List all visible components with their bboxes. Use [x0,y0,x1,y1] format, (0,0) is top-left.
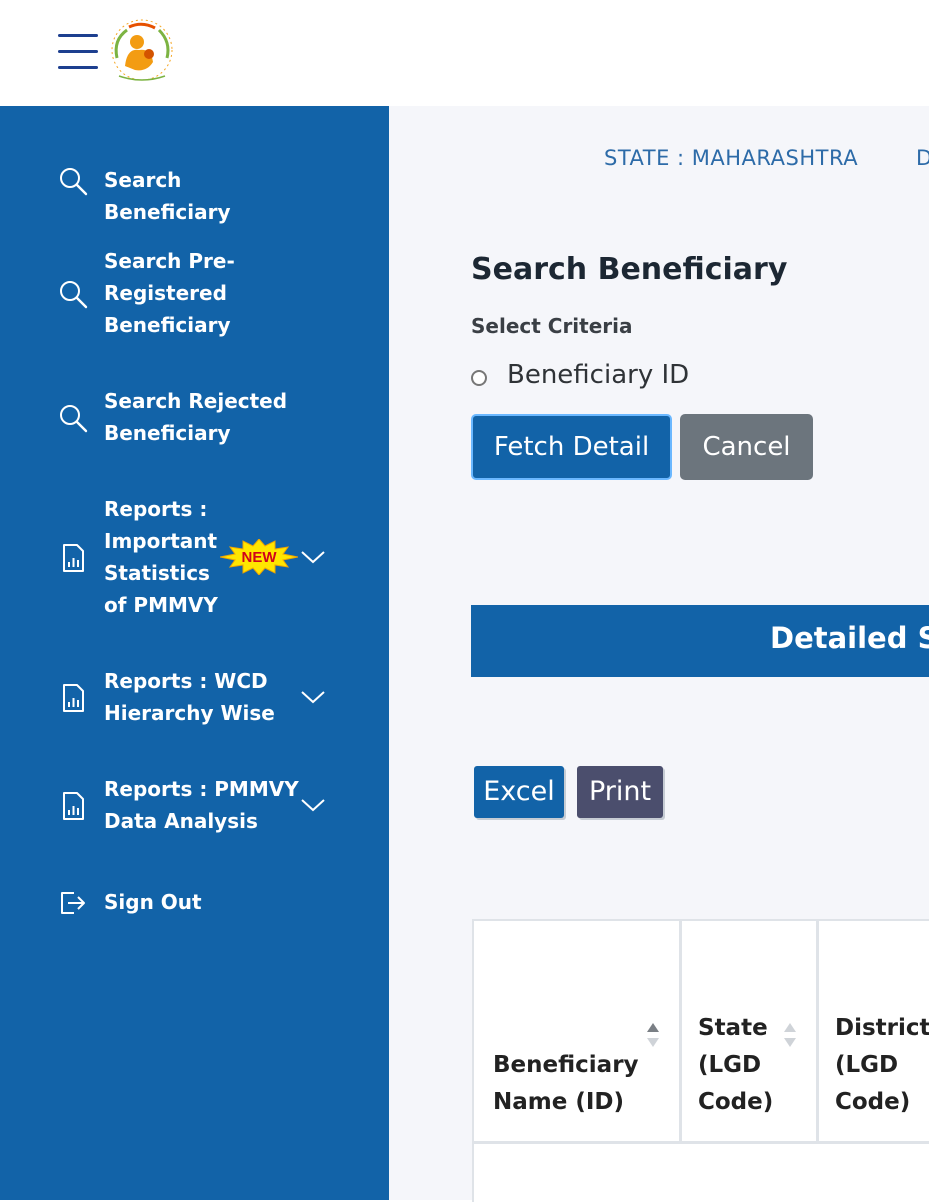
sort-icon[interactable] [783,1021,797,1049]
detailed-section-banner: Detailed S [471,605,929,677]
excel-export-button[interactable]: Excel [474,766,564,818]
column-header-state[interactable]: State (LGD Code) [679,921,819,1144]
sidebar-item-reports-data-analysis[interactable]: Reports : PMMVY Data Analysis [0,773,389,837]
sidebar-item-label: Search Rejected Beneficiary [104,389,288,445]
sidebar-item-search-pre-registered[interactable]: Search Pre- Registered Beneficiary [0,245,389,341]
sidebar-item-label: Reports : PMMVY Data Analysis [104,777,299,833]
sidebar-item-sign-out[interactable]: Sign Out [0,886,389,918]
search-icon [60,281,88,309]
report-icon [63,544,84,572]
column-header-label: District (LGD Code) [835,1015,929,1115]
new-badge: NEW [220,539,298,575]
chevron-down-icon[interactable] [300,689,326,705]
cancel-button[interactable]: Cancel [680,414,813,480]
chevron-down-icon[interactable] [300,549,326,565]
report-icon [63,684,84,712]
pmmvy-logo[interactable] [107,18,177,84]
fetch-detail-button[interactable]: Fetch Detail [471,414,672,480]
svg-text:NEW: NEW [242,549,278,566]
sidebar-item-label: Sign Out [104,890,202,914]
column-header-beneficiary-name[interactable]: Beneficiary Name (ID) [474,921,682,1144]
district-label-truncated: D [916,146,929,170]
state-label: STATE : MAHARASHTRA [604,146,859,170]
sidebar-item-search-beneficiary[interactable]: Search Beneficiary [0,164,389,224]
sidebar-item-label: Reports : WCD Hierarchy Wise [104,669,275,725]
sidebar: Search Beneficiary Search Pre- Registere… [0,106,389,1200]
column-header-district[interactable]: District (LGD Code) [816,921,929,1144]
sidebar-item-search-rejected[interactable]: Search Rejected Beneficiary [0,385,389,449]
chevron-down-icon[interactable] [300,797,326,813]
sidebar-item-reports-important-statistics[interactable]: Reports : Important Statistics of PMMVY … [0,493,389,621]
search-icon [60,405,88,433]
top-header [0,0,929,106]
beneficiary-id-radio[interactable] [471,370,487,386]
beneficiary-table: Beneficiary Name (ID) State (LGD Code) D… [472,919,929,1202]
detailed-section-title: Detailed S [770,621,929,655]
beneficiary-id-radio-label[interactable]: Beneficiary ID [507,360,689,390]
column-header-label: State (LGD Code) [698,1015,774,1115]
select-criteria-label: Select Criteria [471,314,633,338]
search-icon [60,168,88,196]
column-header-label: Beneficiary Name (ID) [493,1052,639,1115]
page-title: Search Beneficiary [471,252,788,287]
report-icon [63,792,84,820]
sort-icon[interactable] [646,1021,660,1049]
sidebar-item-reports-wcd-hierarchy[interactable]: Reports : WCD Hierarchy Wise [0,665,389,729]
hamburger-menu-icon[interactable] [58,34,98,70]
sign-out-icon [61,892,85,914]
sidebar-item-label: Search Beneficiary [104,168,231,224]
print-button[interactable]: Print [577,766,663,818]
sidebar-item-label: Search Pre- Registered Beneficiary [104,249,235,337]
